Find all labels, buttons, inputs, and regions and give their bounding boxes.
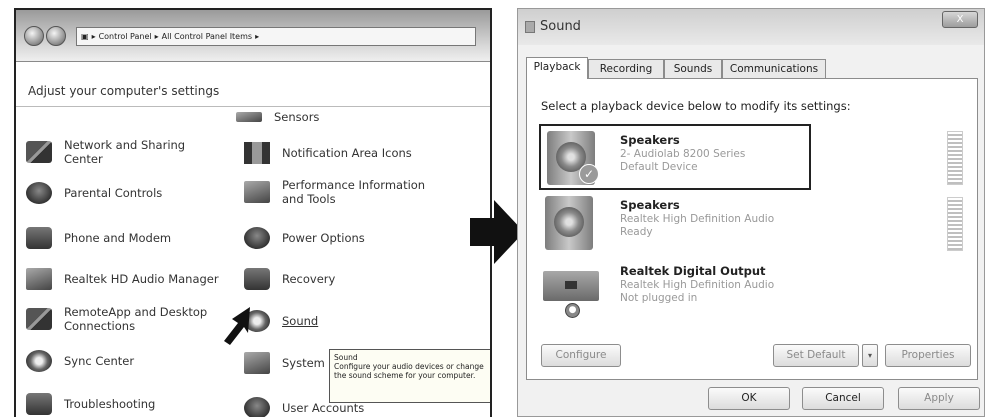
cp-item-label: Troubleshooting [64,397,156,411]
realtek-audio-icon [26,268,52,290]
cp-item-label: Parental Controls [64,186,163,200]
chevron-down-icon: ▾ [867,351,872,360]
cp-item-label: Recovery [282,272,336,286]
forward-button[interactable] [46,26,66,46]
device-detail: Realtek High Definition Audio [620,279,775,291]
cp-item-label: System [282,356,325,370]
cp-item-label: Sync Center [64,354,135,368]
properties-button[interactable]: Properties [885,344,971,367]
phone-modem-icon [26,227,52,249]
cp-item-label: Power Options [282,231,365,245]
close-icon: X [956,14,964,25]
parental-controls-icon [26,182,52,204]
close-button[interactable]: X [942,11,978,28]
device-name: Speakers [620,198,680,212]
cp-item-sound[interactable]: Sound [244,310,318,332]
network-sharing-icon [26,141,52,163]
breadcrumb[interactable]: ▣ ▸ Control Panel ▸ All Control Panel Items ▸ [76,27,476,46]
divider [16,106,490,107]
tab-communications[interactable]: Communications [722,59,826,78]
playback-panel: Select a playback device below to modify… [526,78,978,380]
user-accounts-icon [244,397,270,417]
system-icon [244,352,270,374]
device-name: Speakers [620,133,680,147]
sensors-icon [236,112,262,122]
speaker-icon [545,196,593,250]
cp-item-network-sharing[interactable]: Network and Sharing Center [26,138,226,166]
apply-button[interactable]: Apply [898,387,980,410]
recovery-icon [244,268,270,290]
control-panel-window: ▣ ▸ Control Panel ▸ All Control Panel Items ▸… [14,8,492,417]
cp-item-label: Performance Information and Tools [282,178,426,206]
cp-item-power-options[interactable]: Power Options [244,227,365,249]
device-detail: 2- Audiolab 8200 Series [620,148,746,160]
device-status: Default Device [620,161,698,173]
transition-arrow-icon [470,200,524,264]
window-title: Sound [540,19,581,34]
digital-output-icon [543,271,599,301]
performance-icon [244,181,270,203]
device-detail: Realtek High Definition Audio [620,213,775,225]
title-bar: Sound X [518,9,984,45]
default-check-icon: ✓ [579,164,599,184]
tab-playback[interactable]: Playback [526,57,588,79]
cp-item-label: Sensors [274,110,320,124]
cp-item-label[interactable]: Sound [282,314,318,328]
cp-item-performance[interactable]: Performance Information and Tools [244,178,454,206]
page-title: Adjust your computer's settings [28,84,220,98]
cp-item-label: Phone and Modem [64,231,172,245]
breadcrumb-root-icon: ▣ [81,32,89,41]
sync-center-icon [26,350,52,372]
cp-item-troubleshooting[interactable]: Troubleshooting [26,393,155,415]
cp-item-sync-center[interactable]: Sync Center [26,350,134,372]
unplugged-icon: ● [565,303,580,318]
cp-item-notification-area[interactable]: Notification Area Icons [244,142,412,164]
instruction-text: Select a playback device below to modify… [541,99,851,113]
troubleshooting-icon [26,393,52,415]
cp-item-label: User Accounts [282,401,365,415]
breadcrumb-control-panel[interactable]: Control Panel [99,32,152,41]
tooltip-text: Configure your audio devices or change t… [334,362,484,380]
cp-item-label: Realtek HD Audio Manager [64,272,219,286]
cp-item-parental-controls[interactable]: Parental Controls [26,182,162,204]
cp-item-system[interactable]: System [244,352,325,374]
set-default-button[interactable]: Set Default [773,344,859,367]
set-default-dropdown[interactable]: ▾ [862,344,878,367]
sound-dialog: Sound X Playback Recording Sounds Commun… [517,8,985,417]
cp-item-realtek-audio[interactable]: Realtek HD Audio Manager [26,268,219,290]
cp-item-label: RemoteApp and Desktop Connections [64,305,208,333]
pointer-arrow-icon [224,307,250,345]
device-status: Not plugged in [620,292,698,304]
configure-button[interactable]: Configure [541,344,621,367]
sound-tooltip: Sound Configure your audio devices or ch… [329,349,490,403]
cp-item-label: Network and Sharing Center [64,138,186,166]
sound-app-icon [525,21,535,33]
breadcrumb-all-items[interactable]: All Control Panel Items [162,32,252,41]
cp-item-sensors[interactable]: Sensors [236,110,319,124]
cp-item-remoteapp[interactable]: RemoteApp and Desktop Connections [26,305,236,333]
ok-button[interactable]: OK [708,387,790,410]
device-status: Ready [620,226,653,238]
back-button[interactable] [24,26,44,46]
notification-area-icon [244,142,270,164]
device-realtek-digital[interactable]: ● Realtek Digital Output Realtek High De… [539,257,967,323]
power-options-icon [244,227,270,249]
device-speakers-realtek[interactable]: Speakers Realtek High Definition Audio R… [539,191,967,257]
cp-item-label: Notification Area Icons [282,146,412,160]
address-bar-area: ▣ ▸ Control Panel ▸ All Control Panel Items ▸ [16,10,490,62]
tab-recording[interactable]: Recording [588,59,664,78]
device-speakers-audiolab[interactable]: ✓ Speakers 2- Audiolab 8200 Series Defau… [539,124,811,190]
cp-item-recovery[interactable]: Recovery [244,268,335,290]
cancel-button[interactable]: Cancel [802,387,884,410]
remoteapp-icon [26,308,52,330]
cp-item-phone-modem[interactable]: Phone and Modem [26,227,171,249]
device-name: Realtek Digital Output [620,264,766,278]
volume-meter [947,197,963,251]
tab-sounds[interactable]: Sounds [664,59,722,78]
tooltip-title: Sound [334,353,358,362]
volume-meter [947,131,963,185]
